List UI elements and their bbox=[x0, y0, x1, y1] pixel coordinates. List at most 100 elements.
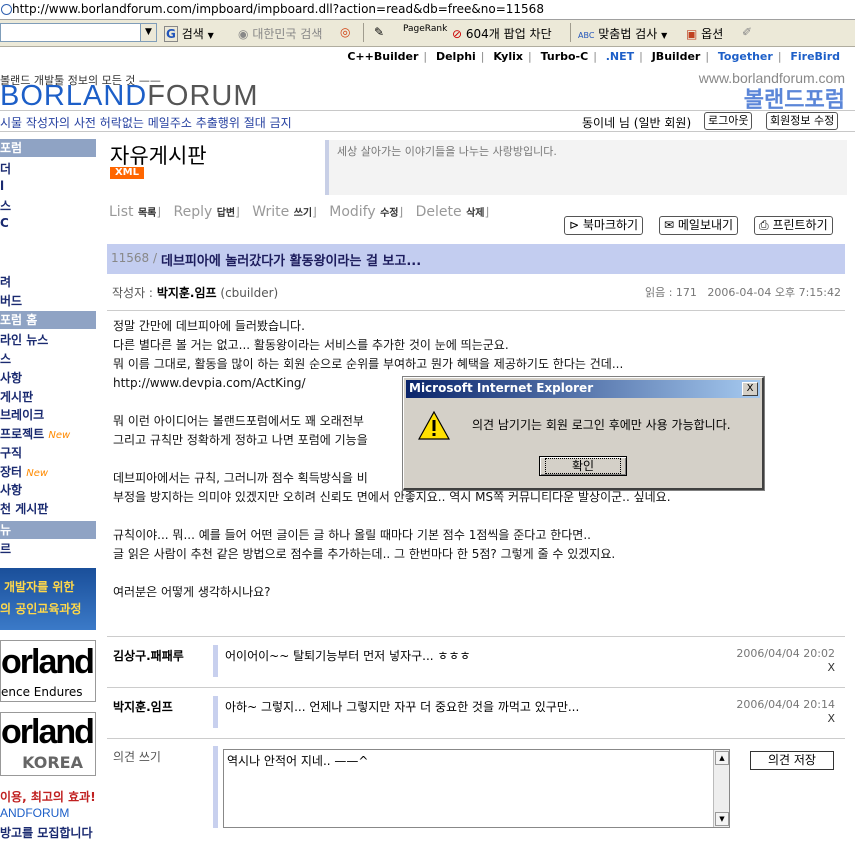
address-text[interactable]: http://www.borlandforum.com/impboard/imp… bbox=[12, 2, 544, 16]
scroll-down-arrow-icon[interactable]: ▼ bbox=[715, 812, 729, 826]
sidebar-item[interactable]: l bbox=[0, 179, 4, 193]
profile-edit-button[interactable]: 회원정보 수정 bbox=[766, 112, 839, 130]
google-toolbar: ▼ G 검색 ▼ ◉ 대한민국 검색 ◎ ✎ PageRank ⊘ 604개 팝… bbox=[0, 20, 855, 47]
swirl-icon[interactable]: ◎ bbox=[340, 25, 350, 39]
post-title: 데브피아에 놀러갔다가 활동왕이라는 걸 보고... bbox=[161, 254, 422, 269]
comment-accent bbox=[213, 696, 218, 728]
sidebar-item[interactable]: 사항 bbox=[0, 369, 22, 386]
write-link[interactable]: Write 쓰기⌋ bbox=[252, 204, 325, 220]
site-logo[interactable]: BORLANDFORUM bbox=[0, 80, 259, 113]
nav-kylix[interactable]: Kylix bbox=[488, 50, 528, 63]
xml-rss-badge[interactable]: XML bbox=[110, 167, 144, 179]
save-comment-button[interactable]: 의견 저장 bbox=[750, 751, 834, 770]
reply-link[interactable]: Reply 답변⌋ bbox=[173, 204, 247, 220]
bookmark-icon: ⊳ bbox=[569, 218, 580, 232]
nav-delphi[interactable]: Delphi bbox=[431, 50, 481, 63]
sidebar-item[interactable]: 르 bbox=[0, 540, 11, 557]
abc-check-icon: ABC bbox=[578, 31, 595, 40]
chevron-down-icon[interactable]: ▼ bbox=[140, 23, 157, 42]
new-badge: New bbox=[48, 430, 71, 441]
comment-item: 박지훈.임프 아하~ 그렇지... 언제나 그렇지만 자꾸 더 중요한 것을 까… bbox=[107, 687, 845, 738]
delete-comment-button[interactable]: X bbox=[827, 661, 835, 674]
options-button[interactable]: ▣ 옵션 bbox=[686, 25, 723, 42]
spell-check-button[interactable]: ABC 맞춤법 검사 ▼ bbox=[578, 25, 667, 42]
toolbar-search-input[interactable] bbox=[0, 23, 142, 42]
post-line: 여러분은 어떻게 생각하시나요? bbox=[113, 585, 271, 599]
korea-search-button[interactable]: ◉ 대한민국 검색 bbox=[238, 25, 322, 42]
education-banner[interactable]: 개발자를 위한 의 공인교육과정 bbox=[0, 568, 96, 630]
comment-accent bbox=[213, 645, 218, 677]
sidebar-item[interactable]: 라인 뉴스 bbox=[0, 331, 48, 348]
sidebar-item[interactable]: 게시판 bbox=[0, 388, 33, 405]
print-button[interactable]: ⎙ 프린트하기 bbox=[754, 216, 833, 235]
modify-link[interactable]: Modify 수정⌋ bbox=[329, 204, 411, 220]
comment-item: 김상구.패패루 어이어이~~ 탈퇴기능부터 먼저 넣자구... ㅎㅎㅎ 2006… bbox=[107, 636, 845, 687]
post-line: 글 읽은 사람이 추천 같은 방법으로 점수를 추가하는데.. 그 한번마다 한… bbox=[113, 547, 616, 561]
board-description: 세상 살아가는 이야기들을 나누는 사랑방입니다. bbox=[325, 140, 847, 195]
sidebar-item[interactable]: 구직 bbox=[0, 444, 22, 461]
ok-button[interactable]: 확인 bbox=[539, 456, 627, 476]
post-number: 11568 / bbox=[111, 251, 158, 265]
sidebar-item[interactable]: 려 bbox=[0, 273, 11, 290]
logout-button[interactable]: 로그아웃 bbox=[704, 112, 753, 130]
popup-blocker-button[interactable]: ⊘ 604개 팝업 차단 bbox=[452, 25, 552, 42]
chevron-down-icon[interactable]: ▼ bbox=[661, 31, 667, 40]
list-link[interactable]: List 목록⌋ bbox=[109, 204, 169, 220]
sidebar-item-project[interactable]: 프로젝트 New bbox=[0, 425, 70, 442]
write-comment-label: 의견 쓰기 bbox=[113, 750, 161, 764]
dialog-message: 의견 남기기는 회원 로그인 후에만 사용 가능합니다. bbox=[472, 418, 731, 432]
popup-blocked-icon: ⊘ bbox=[452, 27, 463, 41]
notice-text: 시물 작성자의 사전 허락없는 메일주소 추출행위 절대 금지 bbox=[0, 116, 292, 130]
bookmark-button[interactable]: ⊳ 북마크하기 bbox=[564, 216, 644, 235]
sidebar-item[interactable]: 천 게시판 bbox=[0, 500, 48, 517]
sidebar-item-market[interactable]: 장터 New bbox=[0, 463, 48, 480]
sidebar-item[interactable]: 브레이크 bbox=[0, 406, 44, 423]
nav-turbo-c[interactable]: Turbo-C bbox=[536, 50, 594, 63]
sidebar: 포럼 더 l 스 C 려 버드 포럼 홈 라인 뉴스 스 사항 게시판 브레이크… bbox=[0, 138, 96, 844]
send-mail-button[interactable]: ✉ 메일보내기 bbox=[659, 216, 739, 235]
close-icon[interactable]: X bbox=[742, 382, 758, 396]
sidebar-item[interactable]: 스 bbox=[0, 350, 11, 367]
nav-together[interactable]: Together bbox=[713, 50, 778, 63]
post-author: 작성자 : 박지훈.임프 (cbuilder) bbox=[112, 286, 279, 300]
nav-cbuilder[interactable]: C++Builder bbox=[342, 50, 423, 63]
pencil-icon[interactable]: ✐ bbox=[742, 25, 752, 39]
nav-firebird[interactable]: FireBird bbox=[785, 50, 845, 63]
address-bar[interactable]: http://www.borlandforum.com/impboard/imp… bbox=[0, 0, 855, 20]
sidebar-item[interactable]: 스 bbox=[0, 197, 11, 214]
comment-textarea[interactable]: 역시나 안적어 지네.. ——^ ▲ ▼ bbox=[223, 749, 730, 828]
sidebar-header-forum-home[interactable]: 포럼 홈 bbox=[0, 311, 96, 329]
toolbar-separator bbox=[363, 23, 364, 42]
comment-author[interactable]: 박지훈.임프 bbox=[113, 698, 173, 715]
google-search-button[interactable]: G 검색 ▼ bbox=[164, 25, 214, 42]
borland-banner[interactable]: orland ence Endures bbox=[0, 640, 96, 702]
nav-dotnet[interactable]: .NET bbox=[601, 50, 639, 63]
scroll-up-arrow-icon[interactable]: ▲ bbox=[715, 751, 729, 765]
sidebar-item[interactable]: C bbox=[0, 216, 9, 230]
delete-comment-button[interactable]: X bbox=[827, 712, 835, 725]
sidebar-item[interactable]: 버드 bbox=[0, 292, 22, 309]
chevron-down-icon[interactable]: ▼ bbox=[208, 31, 214, 40]
sidebar-item[interactable]: 사항 bbox=[0, 481, 22, 498]
dialog-titlebar[interactable]: Microsoft Internet Explorer X bbox=[406, 380, 760, 398]
ad-banner[interactable]: 이용, 최고의 효과! ANDFORUM 방고를 모집합니다 bbox=[0, 788, 96, 844]
sidebar-item[interactable]: 더 bbox=[0, 160, 11, 177]
user-info: 동이네 님 (일반 회원) bbox=[582, 116, 692, 130]
options-icon: ▣ bbox=[686, 27, 698, 41]
post-line: 규칙이야... 뭐... 예를 들어 어떤 글이든 글 하나 올릴 때마다 기본… bbox=[113, 528, 591, 542]
pagerank-indicator[interactable]: PageRank bbox=[403, 24, 447, 34]
sidebar-header-menu: 뉴 bbox=[0, 521, 96, 539]
tools-icon[interactable]: ✎ bbox=[374, 25, 384, 39]
post-line bbox=[113, 507, 853, 526]
delete-link[interactable]: Delete 삭제⌋ bbox=[416, 204, 498, 220]
post-stats: 읽음 : 171 2006-04-04 오후 7:15:42 bbox=[644, 286, 841, 299]
borland-korea-banner[interactable]: orland KOREA bbox=[0, 712, 96, 776]
new-badge: New bbox=[26, 468, 49, 479]
nav-jbuilder[interactable]: JBuilder bbox=[647, 50, 706, 63]
ie-page-icon bbox=[1, 4, 12, 15]
post-line bbox=[113, 564, 853, 583]
google-g-icon: G bbox=[164, 26, 178, 42]
comment-author[interactable]: 김상구.패패루 bbox=[113, 647, 184, 664]
comment-text: 어이어이~~ 탈퇴기능부터 먼저 넣자구... ㅎㅎㅎ bbox=[225, 649, 471, 663]
textarea-scrollbar[interactable]: ▲ ▼ bbox=[713, 750, 729, 827]
